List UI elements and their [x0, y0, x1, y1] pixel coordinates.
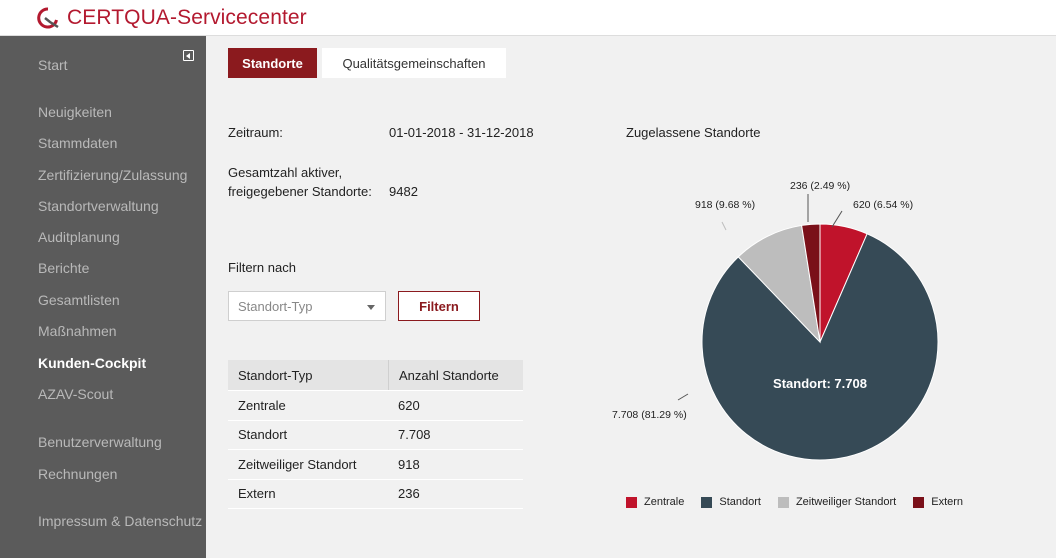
sidebar-item-benutzerverwaltung[interactable]: Benutzerverwaltung — [38, 434, 162, 450]
period-value: 01-01-2018 - 31-12-2018 — [389, 125, 534, 140]
legend-item-zeitweilig[interactable]: Zeitweiliger Standort — [777, 496, 897, 508]
legend-swatch — [701, 496, 713, 508]
table-cell-typ: Standort — [238, 427, 288, 443]
table-row: Standort 7.708 — [228, 421, 523, 450]
sidebar-item-massnahmen[interactable]: Maßnahmen — [38, 323, 117, 339]
legend-item-extern[interactable]: Extern — [913, 496, 963, 508]
sidebar-item-impressum[interactable]: Impressum & Datenschutz — [38, 513, 202, 529]
table-cell-anzahl: 918 — [398, 456, 420, 472]
legend-label: Zentrale — [644, 496, 685, 508]
certqua-logo-icon[interactable] — [37, 6, 59, 29]
table-cell-typ: Extern — [238, 486, 276, 502]
sidebar-item-kunden-cockpit[interactable]: Kunden-Cockpit — [38, 355, 146, 371]
legend-swatch — [913, 496, 925, 508]
table-cell-anzahl: 620 — [398, 397, 420, 413]
sidebar-item-auditplanung[interactable]: Auditplanung — [38, 229, 120, 245]
table-row: Extern 236 — [228, 480, 523, 509]
select-value: Standort-Typ — [238, 298, 313, 314]
sidebar-item-rechnungen[interactable]: Rechnungen — [38, 466, 117, 482]
sidebar-item-gesamtlisten[interactable]: Gesamtlisten — [38, 292, 120, 308]
sidebar: Start Neuigkeiten Stammdaten Zertifizier… — [0, 36, 206, 558]
sidebar-item-neuigkeiten[interactable]: Neuigkeiten — [38, 104, 112, 120]
tab-qualitaetsgemeinschaften[interactable]: Qualitätsgemeinschaften — [322, 48, 506, 78]
sidebar-item-standortverwaltung[interactable]: Standortverwaltung — [38, 198, 159, 214]
sidebar-item-start[interactable]: Start — [38, 57, 68, 73]
table-cell-anzahl: 7.708 — [398, 427, 431, 443]
filter-button[interactable]: Filtern — [398, 291, 480, 321]
sidebar-item-stammdaten[interactable]: Stammdaten — [38, 135, 117, 151]
pie-chart: 620 (6.54 %) 7.708 (81.29 %) 918 (9.68 %) 2… — [612, 180, 939, 461]
table-row: Zentrale 620 — [228, 391, 523, 421]
pie-label-line — [721, 221, 727, 231]
app-title: CERTQUA-Servicecenter — [67, 5, 307, 29]
legend-label: Extern — [931, 496, 964, 508]
table-header-anzahl: Anzahl Standorte — [388, 360, 523, 390]
chart-title: Zugelassene Standorte — [626, 125, 761, 140]
pie-data-label: 918 (9.68 %) — [695, 199, 755, 211]
legend-swatch — [626, 496, 637, 508]
period-label: Zeitraum: — [228, 125, 283, 140]
standort-typ-select[interactable]: Standort-Typ — [228, 291, 386, 321]
sidebar-item-azav-scout[interactable]: AZAV-Scout — [38, 386, 113, 402]
table-cell-typ: Zeitweiliger Standort — [238, 456, 357, 472]
total-label-line2: freigegebener Standorte: — [228, 184, 372, 199]
chart-legend: Zentrale Standort Zeitweiliger Standort … — [626, 496, 980, 508]
filter-heading: Filtern nach — [228, 260, 296, 275]
standorte-table: Standort-Typ Anzahl Standorte Zentrale 6… — [228, 360, 523, 509]
collapse-sidebar-icon[interactable] — [183, 50, 194, 61]
table-row: Zeitweiliger Standort 918 — [228, 450, 523, 480]
sidebar-item-zertifizierung[interactable]: Zertifizierung/Zulassung — [38, 167, 187, 183]
total-value: 9482 — [389, 184, 418, 199]
legend-item-zentrale[interactable]: Zentrale — [626, 496, 684, 508]
table-header-typ: Standort-Typ — [238, 367, 313, 383]
pie-center-label: Standort: 7.708 — [773, 376, 867, 391]
legend-swatch — [777, 496, 789, 508]
pie-label-line — [831, 210, 843, 228]
legend-item-standort[interactable]: Standort — [701, 496, 761, 508]
table-cell-anzahl: 236 — [398, 486, 420, 502]
chevron-down-icon — [367, 305, 375, 310]
app-header: CERTQUA-Servicecenter — [0, 0, 1056, 36]
pie-data-label: 620 (6.54 %) — [853, 199, 913, 211]
table-cell-typ: Zentrale — [238, 397, 286, 413]
tab-standorte[interactable]: Standorte — [228, 48, 317, 78]
pie-label-line — [677, 393, 689, 401]
total-label-line1: Gesamtzahl aktiver, — [228, 165, 343, 180]
legend-label: Zeitweiliger Standort — [795, 496, 897, 508]
legend-label: Standort — [719, 496, 761, 508]
pie-data-label: 236 (2.49 %) — [790, 180, 850, 192]
pie-data-label: 7.708 (81.29 %) — [612, 409, 687, 421]
table-header-row: Standort-Typ Anzahl Standorte — [228, 360, 523, 391]
sidebar-item-berichte[interactable]: Berichte — [38, 260, 89, 276]
